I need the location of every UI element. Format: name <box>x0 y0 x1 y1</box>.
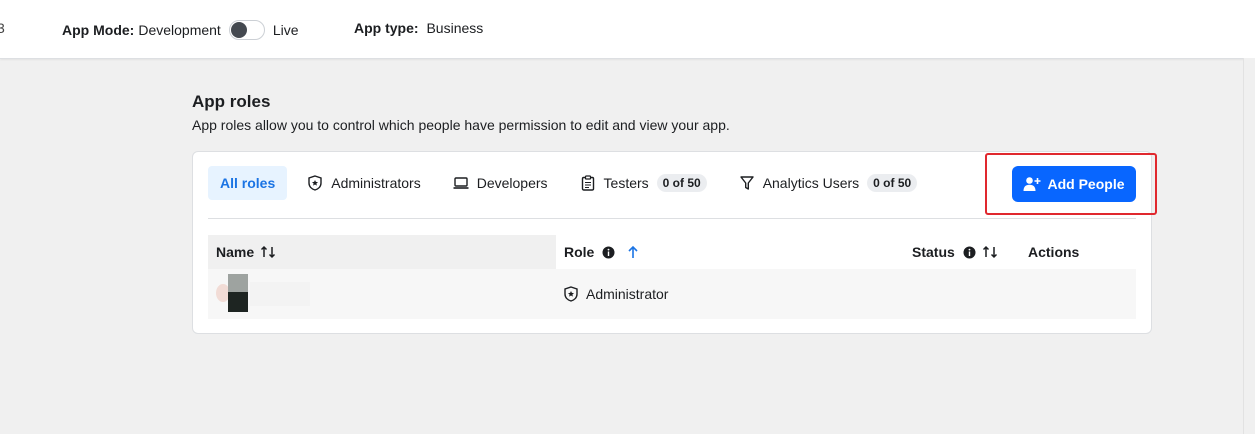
role-value: Administrator <box>586 286 669 302</box>
table-header: Name Role Status Actions <box>208 235 1136 269</box>
tab-all-roles[interactable]: All roles <box>208 166 288 200</box>
section-title: App roles <box>192 92 271 111</box>
app-mode-toggle[interactable] <box>228 20 265 40</box>
name-column-header[interactable]: Name <box>208 235 556 269</box>
app-mode-control: App Mode: Development Live <box>62 20 299 40</box>
actions-header-label: Actions <box>1028 244 1080 260</box>
app-mode-label: App Mode: <box>62 22 135 38</box>
role-tabs: All roles Administrators Developers Test… <box>208 166 937 200</box>
avatar <box>216 274 310 314</box>
testers-count-badge: 0 of 50 <box>656 174 707 192</box>
app-type-value: Business <box>426 20 484 36</box>
tab-administrators[interactable]: Administrators <box>295 166 432 200</box>
toggle-knob <box>230 22 247 38</box>
add-people-label: Add People <box>1047 176 1125 192</box>
name-cell <box>208 269 556 319</box>
app-type: App type: Business <box>354 20 483 36</box>
add-people-button[interactable]: Add People <box>1012 166 1136 202</box>
role-column-header[interactable]: Role <box>556 235 904 269</box>
filter-icon <box>739 175 755 191</box>
table-row[interactable]: Administrator <box>208 269 1136 319</box>
shield-icon <box>564 286 578 302</box>
name-header-label: Name <box>216 244 255 260</box>
app-roles-card: All roles Administrators Developers Test… <box>192 151 1152 334</box>
section-subtitle: App roles allow you to control which peo… <box>192 117 730 133</box>
app-type-label: App type: <box>354 20 419 36</box>
clipboard-icon <box>580 175 596 191</box>
actions-column-header: Actions <box>1020 235 1136 269</box>
status-header-label: Status <box>912 244 955 260</box>
sort-icon[interactable] <box>982 245 998 259</box>
role-cell: Administrator <box>556 269 904 319</box>
info-icon[interactable] <box>602 246 615 259</box>
mode-development-label: Development <box>138 22 221 38</box>
tab-label: Analytics Users <box>762 175 860 191</box>
sort-ascending-icon[interactable] <box>627 245 639 259</box>
status-column-header[interactable]: Status <box>904 235 1020 269</box>
roles-table: Name Role Status Actions Administrator <box>208 235 1136 319</box>
tab-label: Testers <box>603 175 649 191</box>
role-header-label: Role <box>564 244 595 260</box>
mode-live-label: Live <box>272 22 299 38</box>
tab-label: Developers <box>476 175 548 191</box>
tab-label: All roles <box>220 175 276 191</box>
scrollbar[interactable] <box>1243 58 1255 434</box>
shield-icon <box>307 175 323 191</box>
tab-label: Administrators <box>331 175 421 191</box>
info-icon[interactable] <box>963 246 976 259</box>
laptop-icon <box>453 175 469 191</box>
tab-analytics-users[interactable]: Analytics Users 0 of 50 <box>727 166 929 200</box>
tab-developers[interactable]: Developers <box>441 166 560 200</box>
add-person-icon <box>1023 176 1041 192</box>
analytics-count-badge: 0 of 50 <box>867 174 918 192</box>
truncated-text: 3 <box>0 20 5 36</box>
sort-icon[interactable] <box>260 245 276 259</box>
tab-testers[interactable]: Testers 0 of 50 <box>568 166 719 200</box>
top-bar: 3 App Mode: Development Live App type: B… <box>0 0 1255 59</box>
tabs-divider <box>208 218 1136 219</box>
